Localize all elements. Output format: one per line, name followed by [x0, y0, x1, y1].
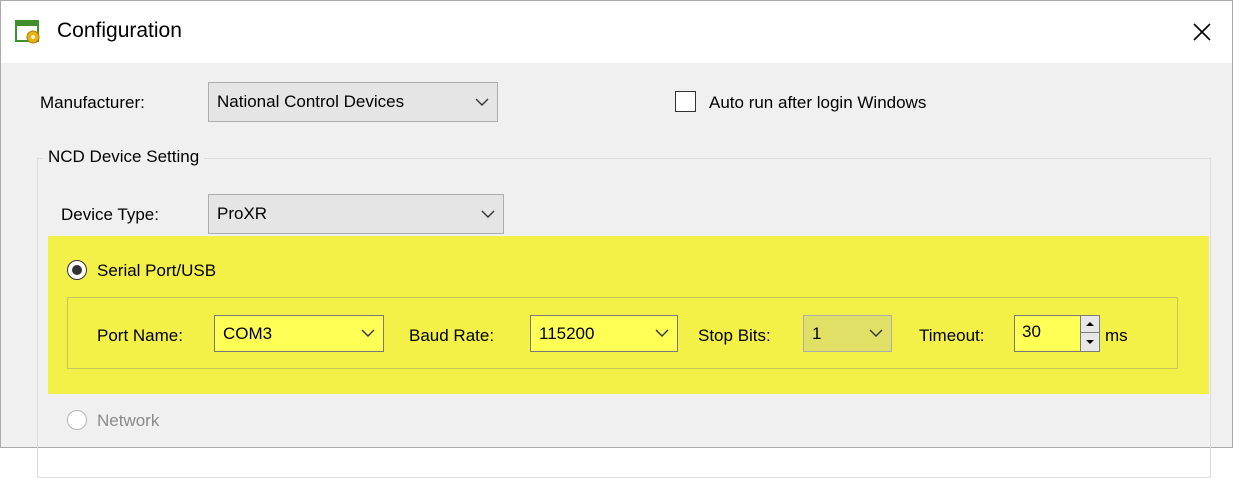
manufacturer-label: Manufacturer:: [40, 93, 145, 112]
baud-rate-dropdown[interactable]: 115200: [530, 315, 678, 352]
baud-rate-value: 115200: [539, 323, 595, 343]
close-icon: [1193, 23, 1211, 41]
app-config-icon: [15, 20, 40, 44]
spinner-buttons: [1080, 316, 1099, 351]
device-type-label: Device Type:: [61, 205, 159, 224]
network-radio[interactable]: [67, 410, 87, 430]
chevron-down-icon: [475, 98, 489, 106]
spin-down-icon: [1086, 339, 1094, 344]
chevron-down-icon: [361, 329, 375, 337]
chevron-down-icon: [869, 329, 883, 337]
timeout-label: Timeout:: [919, 326, 985, 345]
spin-up-button[interactable]: [1081, 316, 1099, 333]
configuration-window: Configuration Manufacturer: National Con…: [0, 0, 1233, 478]
ncd-group-legend: NCD Device Setting: [43, 147, 205, 167]
baud-rate-label: Baud Rate:: [409, 326, 495, 345]
close-button[interactable]: [1172, 1, 1232, 63]
stop-bits-value: 1: [812, 323, 822, 343]
device-type-dropdown[interactable]: ProXR: [208, 194, 504, 234]
radio-selected-dot: [72, 265, 82, 275]
spin-up-icon: [1086, 322, 1094, 326]
port-name-dropdown[interactable]: COM3: [214, 315, 384, 352]
stop-bits-dropdown[interactable]: 1: [803, 315, 892, 352]
timeout-spinner[interactable]: 30: [1014, 315, 1100, 352]
spin-down-button[interactable]: [1081, 333, 1099, 350]
timeout-value: 30: [1022, 322, 1041, 341]
device-type-value: ProXR: [217, 204, 268, 223]
chevron-down-icon: [481, 210, 495, 218]
window-title: Configuration: [57, 19, 182, 42]
port-name-value: COM3: [223, 323, 273, 343]
auto-run-checkbox[interactable]: [675, 91, 696, 112]
serial-port-radio[interactable]: [67, 260, 87, 280]
manufacturer-dropdown[interactable]: National Control Devices: [208, 82, 498, 122]
manufacturer-value: National Control Devices: [217, 92, 405, 111]
serial-port-label[interactable]: Serial Port/USB: [97, 261, 216, 281]
port-name-label: Port Name:: [97, 326, 183, 345]
stop-bits-label: Stop Bits:: [698, 326, 771, 345]
title-bar: Configuration: [1, 1, 1232, 63]
timeout-unit: ms: [1105, 326, 1128, 345]
auto-run-label[interactable]: Auto run after login Windows: [709, 93, 926, 113]
chevron-down-icon: [655, 329, 669, 337]
network-label[interactable]: Network: [97, 411, 159, 431]
